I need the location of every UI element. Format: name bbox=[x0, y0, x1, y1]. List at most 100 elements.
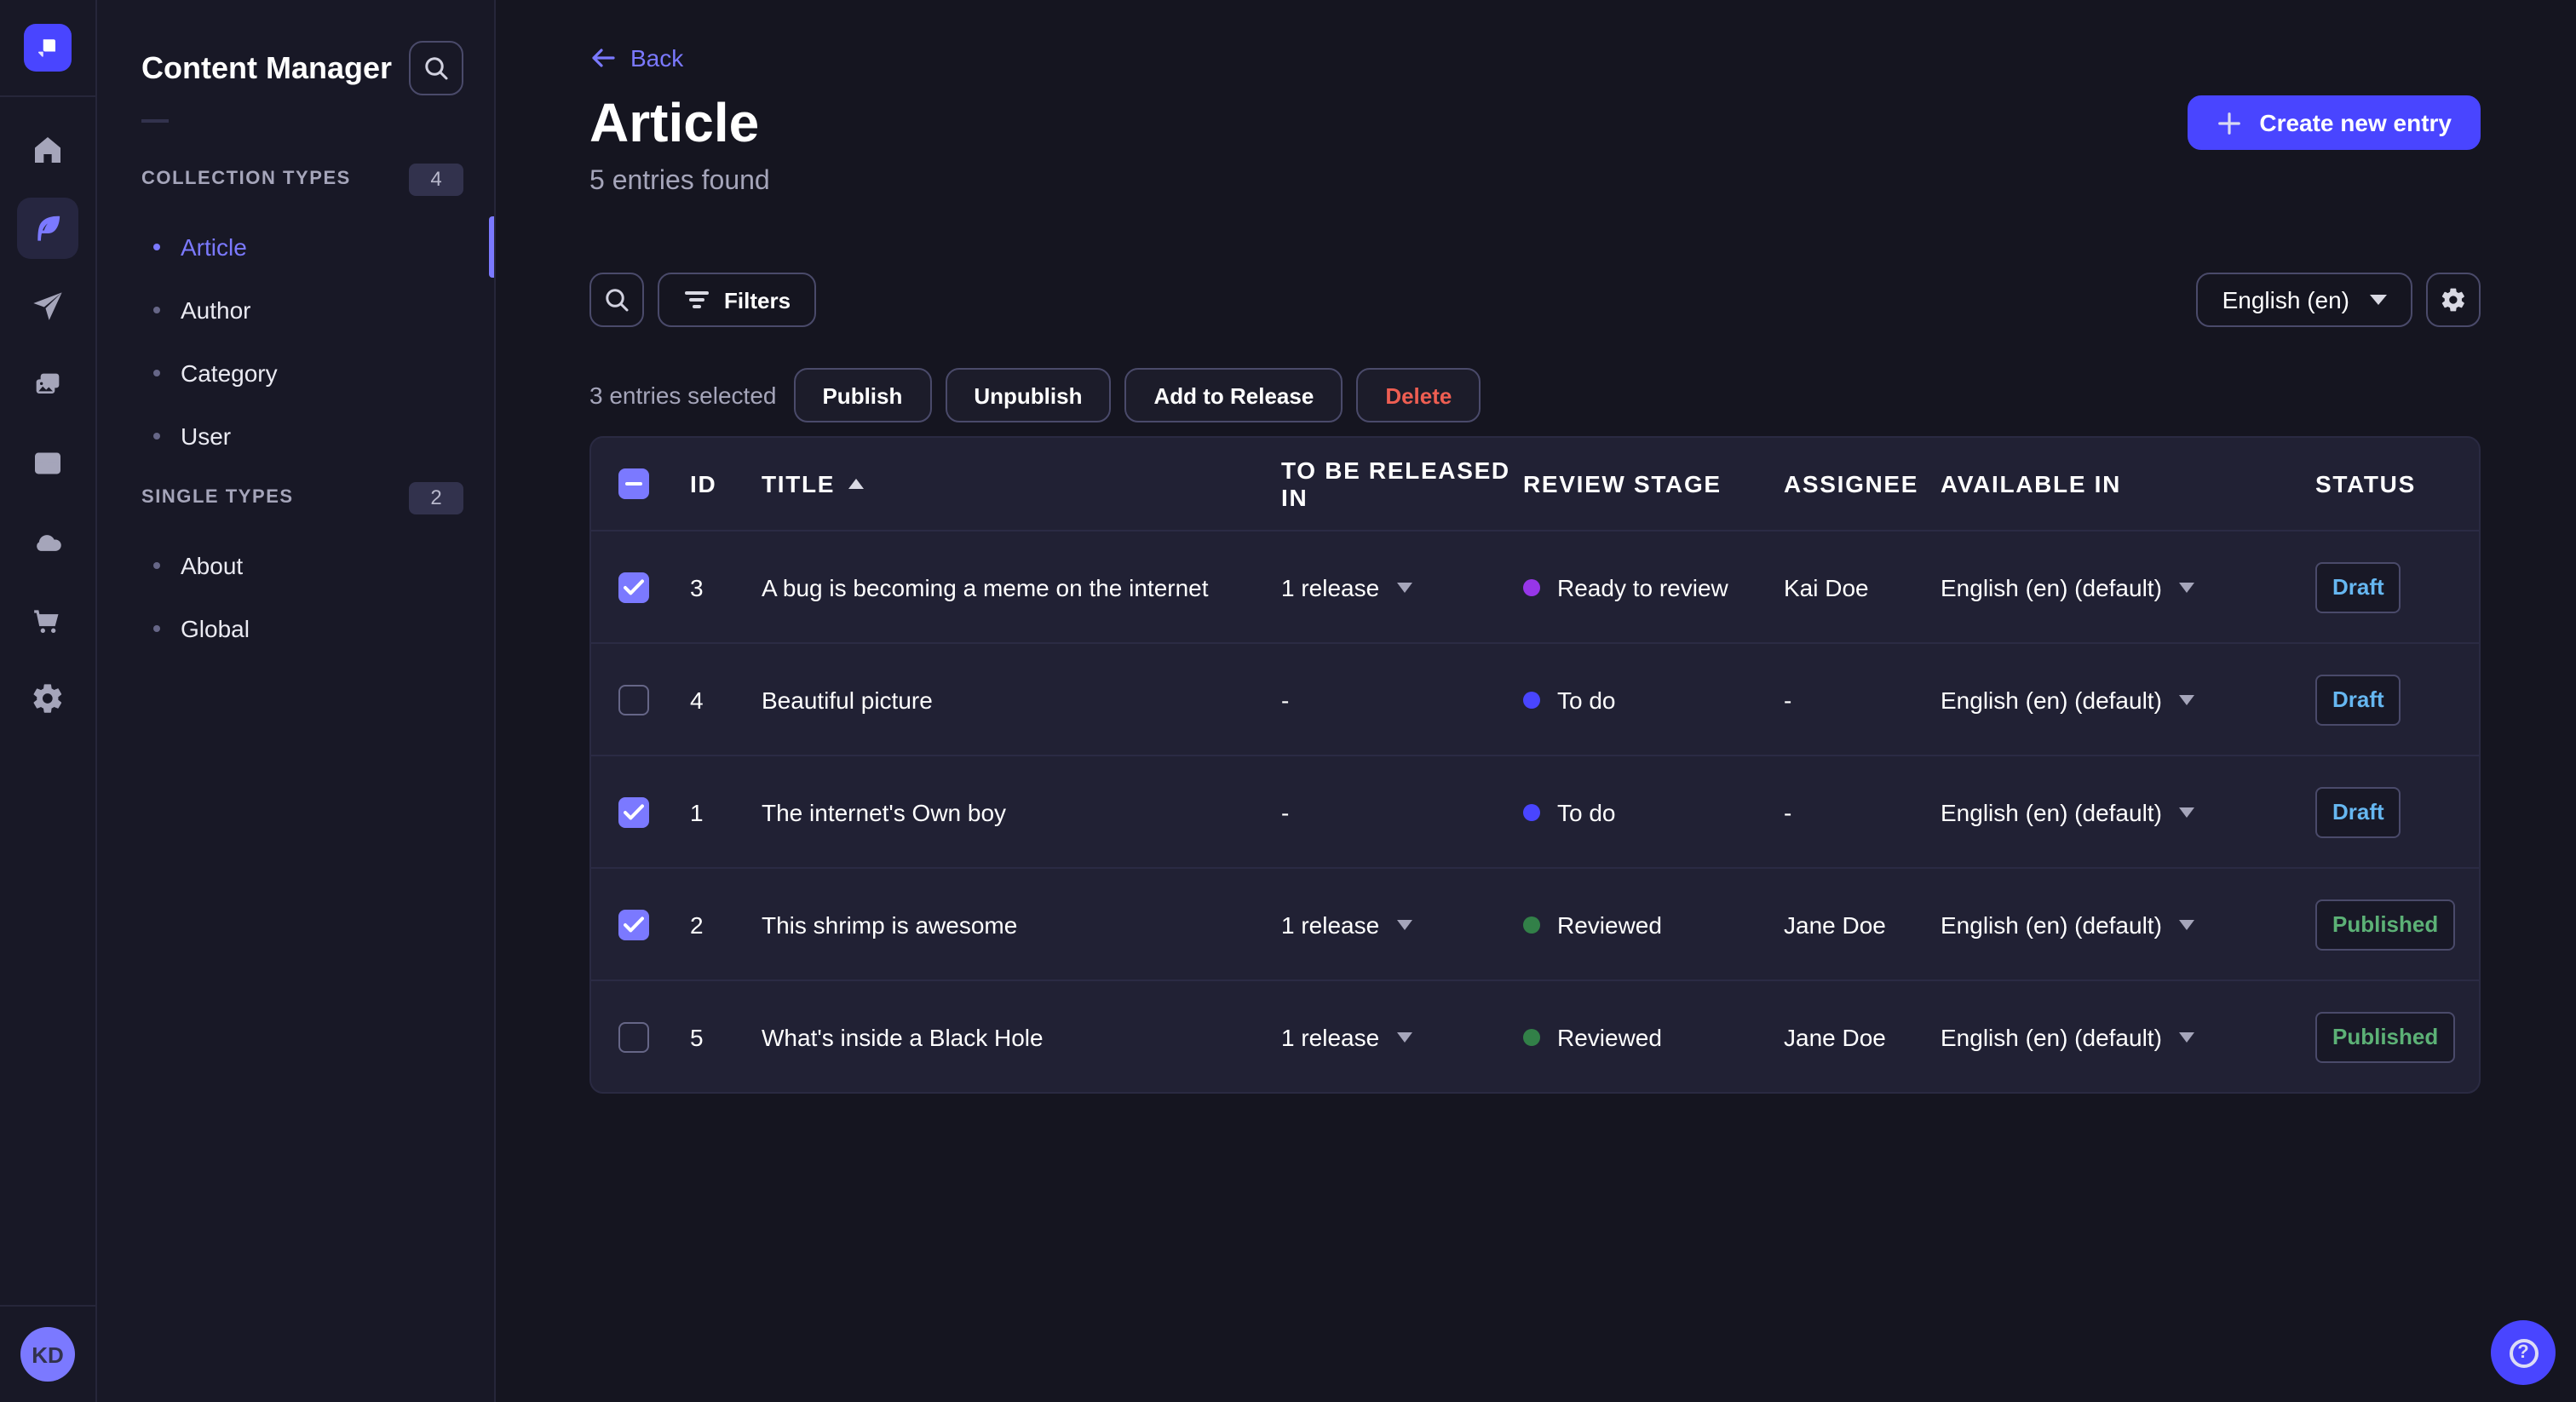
available-in-cell[interactable]: English (en) (default) bbox=[1941, 798, 2315, 825]
locale-label: English (en) (default) bbox=[1941, 573, 2162, 600]
divider bbox=[141, 119, 169, 123]
add-to-release-button[interactable]: Add to Release bbox=[1124, 368, 1343, 422]
table-row[interactable]: 2 This shrimp is awesome 1 release Revie… bbox=[591, 867, 2479, 980]
review-stage-label: Reviewed bbox=[1557, 911, 1662, 938]
plus-icon bbox=[2218, 112, 2241, 134]
collection-types-section: COLLECTION TYPES 4 Article Author Catego… bbox=[97, 163, 494, 467]
sidebar-item-about[interactable]: About bbox=[97, 533, 494, 596]
releases-icon[interactable] bbox=[9, 267, 87, 346]
bullet-icon bbox=[153, 561, 160, 568]
assignee-cell: - bbox=[1784, 798, 1792, 825]
review-stage-label: Reviewed bbox=[1557, 1023, 1662, 1050]
available-in-cell[interactable]: English (en) (default) bbox=[1941, 686, 2315, 713]
select-all-checkbox[interactable] bbox=[618, 468, 649, 499]
bullet-icon bbox=[153, 624, 160, 631]
available-in-cell[interactable]: English (en) (default) bbox=[1941, 911, 2315, 938]
cloud-icon[interactable] bbox=[9, 503, 87, 581]
create-entry-button[interactable]: Create new entry bbox=[2188, 95, 2481, 150]
nav-rail: KD bbox=[0, 0, 97, 1402]
column-header-release[interactable]: TO BE RELEASED IN bbox=[1281, 457, 1523, 511]
sidebar-item-user[interactable]: User bbox=[97, 404, 494, 467]
review-stage-cell: Reviewed bbox=[1523, 911, 1784, 938]
publish-button[interactable]: Publish bbox=[793, 368, 932, 422]
release-cell[interactable]: 1 release bbox=[1281, 1023, 1523, 1050]
row-checkbox[interactable] bbox=[618, 1021, 649, 1052]
row-checkbox[interactable] bbox=[618, 909, 649, 939]
column-header-available-in[interactable]: AVAILABLE IN bbox=[1941, 470, 2315, 497]
review-stage-label: Ready to review bbox=[1557, 573, 1728, 600]
chevron-down-icon bbox=[2178, 919, 2194, 929]
table-row[interactable]: 4 Beautiful picture - To do - English (e… bbox=[591, 642, 2479, 755]
table-row[interactable]: 3 A bug is becoming a meme on the intern… bbox=[591, 530, 2479, 642]
user-avatar[interactable]: KD bbox=[20, 1327, 75, 1382]
release-cell[interactable]: 1 release bbox=[1281, 573, 1523, 600]
status-badge: Draft bbox=[2315, 786, 2401, 837]
marketplace-icon[interactable] bbox=[9, 581, 87, 659]
rail-footer: KD bbox=[0, 1305, 95, 1402]
column-header-title[interactable]: TITLE bbox=[762, 470, 1281, 497]
stage-dot-icon bbox=[1523, 916, 1540, 933]
title-cell: This shrimp is awesome bbox=[762, 911, 1018, 938]
column-header-assignee[interactable]: ASSIGNEE bbox=[1784, 470, 1941, 497]
table-body: 3 A bug is becoming a meme on the intern… bbox=[591, 530, 2479, 1092]
release-cell[interactable]: - bbox=[1281, 686, 1523, 713]
page-title: Article bbox=[589, 91, 760, 152]
bullet-icon bbox=[153, 243, 160, 250]
sidebar-item-author[interactable]: Author bbox=[97, 278, 494, 341]
available-in-cell[interactable]: English (en) (default) bbox=[1941, 1023, 2315, 1050]
sidebar-item-category[interactable]: Category bbox=[97, 341, 494, 404]
release-label: 1 release bbox=[1281, 573, 1380, 600]
section-label: SINGLE TYPES bbox=[141, 487, 294, 508]
locale-select[interactable]: English (en) bbox=[2196, 273, 2412, 327]
chevron-down-icon bbox=[1396, 1031, 1412, 1042]
release-cell[interactable]: 1 release bbox=[1281, 911, 1523, 938]
back-arrow-icon bbox=[592, 49, 615, 67]
column-header-review-stage[interactable]: REVIEW STAGE bbox=[1523, 470, 1784, 497]
unpublish-button[interactable]: Unpublish bbox=[945, 368, 1112, 422]
row-checkbox[interactable] bbox=[618, 684, 649, 715]
content-manager-icon[interactable] bbox=[9, 189, 87, 267]
review-stage-cell: To do bbox=[1523, 686, 1784, 713]
sidebar-item-article[interactable]: Article bbox=[97, 215, 494, 278]
id-cell: 5 bbox=[690, 1023, 704, 1050]
settings-icon[interactable] bbox=[9, 659, 87, 738]
release-cell[interactable]: - bbox=[1281, 798, 1523, 825]
column-header-status[interactable]: STATUS bbox=[2315, 470, 2479, 497]
back-link[interactable]: Back bbox=[589, 44, 683, 72]
entries-count: 5 entries found bbox=[589, 167, 770, 196]
row-checkbox[interactable] bbox=[618, 572, 649, 602]
table-row[interactable]: 1 The internet's Own boy - To do - Engli… bbox=[591, 755, 2479, 867]
content-manager-sidebar: Content Manager COLLECTION TYPES 4 Artic… bbox=[97, 0, 496, 1402]
content-type-builder-icon[interactable] bbox=[9, 424, 87, 503]
delete-button[interactable]: Delete bbox=[1356, 368, 1481, 422]
sidebar-search-button[interactable] bbox=[409, 41, 463, 95]
strapi-logo[interactable] bbox=[24, 24, 72, 72]
filters-button[interactable]: Filters bbox=[658, 273, 817, 327]
media-library-icon[interactable] bbox=[9, 346, 87, 424]
logo-area bbox=[0, 0, 95, 97]
stage-dot-icon bbox=[1523, 803, 1540, 820]
locale-label: English (en) (default) bbox=[1941, 911, 2162, 938]
assignee-cell: Jane Doe bbox=[1784, 911, 1886, 938]
help-button[interactable]: ? bbox=[2491, 1320, 2556, 1385]
table-search-button[interactable] bbox=[589, 273, 644, 327]
section-count-badge: 4 bbox=[409, 163, 463, 195]
assignee-cell: Jane Doe bbox=[1784, 1023, 1886, 1050]
review-stage-cell: Ready to review bbox=[1523, 573, 1784, 600]
chevron-down-icon bbox=[1396, 582, 1412, 592]
single-types-section: SINGLE TYPES 2 About Global bbox=[97, 481, 494, 659]
column-header-id[interactable]: ID bbox=[690, 470, 762, 497]
status-badge: Draft bbox=[2315, 561, 2401, 612]
bullet-icon bbox=[153, 369, 160, 376]
table-row[interactable]: 5 What's inside a Black Hole 1 release R… bbox=[591, 980, 2479, 1092]
row-checkbox[interactable] bbox=[618, 796, 649, 827]
locale-label: English (en) (default) bbox=[1941, 798, 2162, 825]
status-cell: Published bbox=[2315, 1011, 2479, 1062]
gear-icon bbox=[2441, 288, 2464, 312]
stage-dot-icon bbox=[1523, 1028, 1540, 1045]
status-badge: Draft bbox=[2315, 674, 2401, 725]
view-settings-button[interactable] bbox=[2426, 273, 2481, 327]
available-in-cell[interactable]: English (en) (default) bbox=[1941, 573, 2315, 600]
home-icon[interactable] bbox=[9, 111, 87, 189]
sidebar-item-global[interactable]: Global bbox=[97, 596, 494, 659]
